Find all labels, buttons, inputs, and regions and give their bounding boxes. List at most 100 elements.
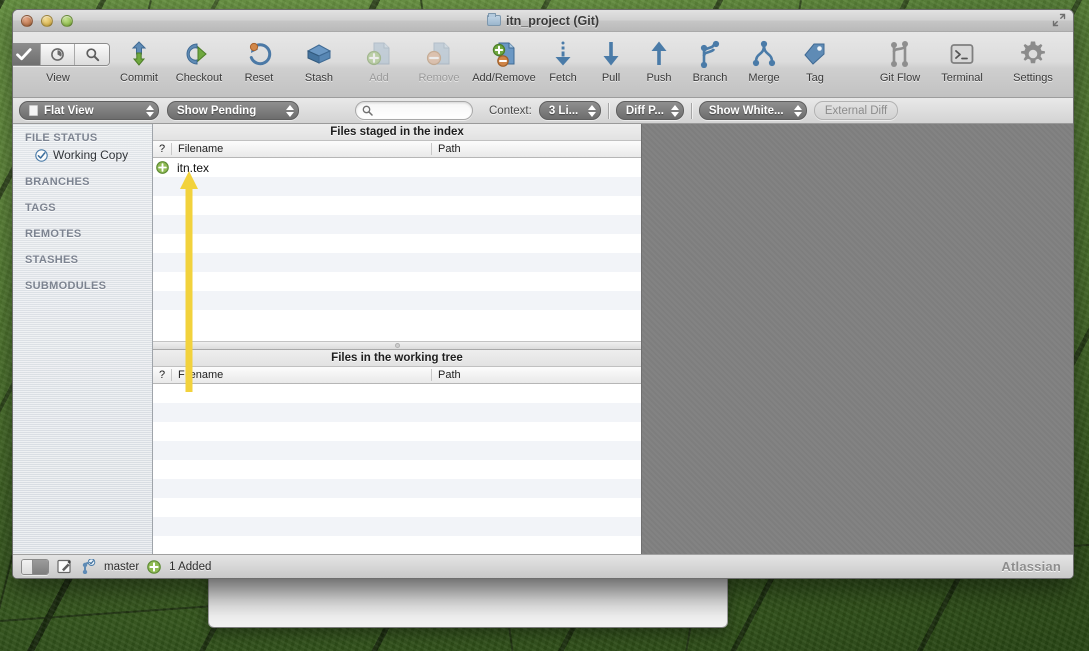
table-row-empty[interactable] [153, 291, 641, 310]
table-row-empty[interactable] [153, 253, 641, 272]
view-mode-dropdown[interactable]: Flat View [19, 101, 159, 120]
toolbar-button-add[interactable]: Add [349, 37, 409, 84]
table-row-empty[interactable] [153, 177, 641, 196]
branch-status-icon[interactable] [80, 559, 96, 574]
staged-file-list[interactable]: itn.tex [153, 158, 641, 341]
window-body: FILE STATUS Working Copy BRANCHES TAGS R… [13, 124, 1073, 554]
table-row-empty[interactable] [153, 196, 641, 215]
toolbar-button-stash[interactable]: Stash [289, 37, 349, 84]
toolbar-button-fetch[interactable]: Fetch [539, 37, 587, 84]
view-segment-search[interactable] [75, 44, 109, 65]
working-copy-icon [35, 149, 48, 162]
stepper-arrows [794, 105, 802, 117]
separator [691, 103, 692, 119]
search-icon [85, 47, 100, 62]
table-row-empty[interactable] [153, 234, 641, 253]
worktree-file-list[interactable] [153, 384, 641, 554]
sidebar-group-tags[interactable]: TAGS [13, 202, 152, 214]
toolbar-button-branch[interactable]: Branch [683, 37, 737, 84]
added-icon [147, 560, 161, 574]
toolbar-button-terminal[interactable]: Terminal [931, 37, 993, 84]
file-panes: Files staged in the index ? Filename Pat… [153, 124, 641, 554]
toolbar-label: Terminal [941, 72, 983, 84]
edit-icon[interactable] [57, 559, 72, 574]
table-row-empty[interactable] [153, 384, 641, 403]
whitespace-value: Show White... [709, 105, 784, 117]
toolbar-label: Add [369, 72, 389, 84]
sidebar-toggle-icon[interactable] [21, 559, 49, 575]
stepper-arrows [671, 105, 679, 117]
sidebar-group-branches[interactable]: BRANCHES [13, 176, 152, 188]
reset-icon [245, 41, 273, 67]
search-field[interactable] [355, 101, 473, 120]
toolbar-label: Pull [602, 72, 620, 84]
close-button[interactable] [21, 15, 33, 27]
toolbar-button-tag[interactable]: Tag [791, 37, 839, 84]
minimize-button[interactable] [41, 15, 53, 27]
history-icon [50, 47, 65, 62]
fullscreen-icon[interactable] [1052, 13, 1066, 27]
toolbar-button-checkout[interactable]: Checkout [169, 37, 229, 84]
view-segment-file-status[interactable] [12, 44, 41, 65]
view-segment-history[interactable] [41, 44, 75, 65]
column-header-filename[interactable]: Filename [171, 369, 431, 381]
pending-filter-dropdown[interactable]: Show Pending [167, 101, 299, 120]
pull-icon [600, 40, 622, 68]
table-row-empty[interactable] [153, 215, 641, 234]
external-diff-button[interactable]: External Diff [814, 101, 898, 120]
whitespace-dropdown[interactable]: Show White... [699, 101, 807, 120]
window-controls [21, 15, 73, 27]
stepper-arrows [286, 105, 294, 117]
table-row-empty[interactable] [153, 310, 641, 329]
pane-splitter[interactable] [153, 341, 641, 350]
table-row-empty[interactable] [153, 536, 641, 554]
sidebar-group-submodules[interactable]: SUBMODULES [13, 280, 152, 292]
table-row-empty[interactable] [153, 460, 641, 479]
column-header-status[interactable]: ? [153, 369, 171, 381]
add-icon [366, 41, 392, 67]
table-row-empty[interactable] [153, 517, 641, 536]
column-header-path[interactable]: Path [431, 143, 641, 155]
table-row[interactable]: itn.tex [153, 158, 641, 177]
toolbar-button-pull[interactable]: Pull [587, 37, 635, 84]
toolbar-button-push[interactable]: Push [635, 37, 683, 84]
sidebar-group-stashes[interactable]: STASHES [13, 254, 152, 266]
column-header-status[interactable]: ? [153, 143, 171, 155]
view-segmented-control[interactable] [12, 43, 110, 66]
diff-preset-dropdown[interactable]: Diff P... [616, 101, 684, 120]
search-input[interactable] [377, 105, 469, 117]
toolbar-label: Reset [245, 72, 274, 84]
column-header-filename[interactable]: Filename [171, 143, 431, 155]
table-row-empty[interactable] [153, 479, 641, 498]
stepper-arrows [146, 105, 154, 117]
sidebar-group-remotes[interactable]: REMOTES [13, 228, 152, 240]
toolbar-label: Merge [748, 72, 779, 84]
column-header-path[interactable]: Path [431, 369, 641, 381]
toolbar-button-remove[interactable]: Remove [409, 37, 469, 84]
diff-view-panel[interactable] [641, 124, 1073, 554]
table-row-empty[interactable] [153, 403, 641, 422]
context-lines-dropdown[interactable]: 3 Li... [539, 101, 601, 120]
diff-preset-value: Diff P... [626, 105, 664, 117]
sidebar-item-label: Working Copy [53, 148, 128, 162]
table-row-empty[interactable] [153, 422, 641, 441]
toolbar-button-merge[interactable]: Merge [737, 37, 791, 84]
table-row-empty[interactable] [153, 441, 641, 460]
splitter-grip [395, 343, 400, 348]
pending-filter-value: Show Pending [177, 105, 256, 117]
toolbar-button-commit[interactable]: Commit [109, 37, 169, 84]
staged-column-headers: ? Filename Path [153, 141, 641, 158]
toolbar-button-reset[interactable]: Reset [229, 37, 289, 84]
sidebar-item-working-copy[interactable]: Working Copy [13, 144, 152, 162]
toolbar-button-settings[interactable]: Settings [1003, 37, 1063, 84]
toolbar-button-git-flow[interactable]: Git Flow [869, 37, 931, 84]
table-row-empty[interactable] [153, 498, 641, 517]
toolbar-button-add-remove[interactable]: Add/Remove [469, 37, 539, 84]
sidebar-group-file-status: FILE STATUS [13, 132, 152, 144]
table-row-empty[interactable] [153, 272, 641, 291]
folder-icon [487, 15, 501, 26]
gear-icon [1020, 41, 1046, 67]
stash-icon [305, 42, 333, 66]
push-icon [648, 40, 670, 68]
zoom-button[interactable] [61, 15, 73, 27]
